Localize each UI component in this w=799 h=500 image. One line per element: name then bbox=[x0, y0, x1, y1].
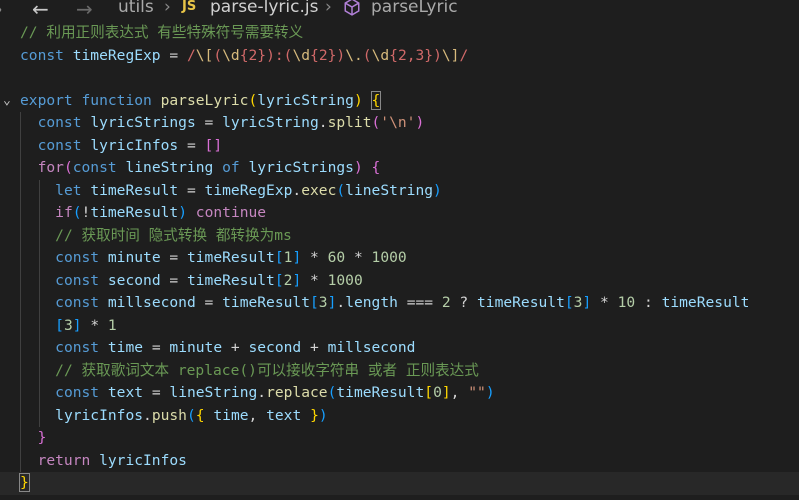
code-line: return lyricInfos bbox=[0, 449, 799, 472]
js-file-icon: JS bbox=[182, 0, 197, 14]
code-line: const timeRegExp = /\[(\d{2}):(\d{2})\.(… bbox=[20, 46, 469, 64]
code-line: } bbox=[0, 472, 799, 495]
code-line: // 获取歌词文本 replace()可以接收字符串 或者 正则表达式 bbox=[0, 359, 799, 382]
code-comment: // 获取时间 隐式转换 都转换为ms bbox=[55, 226, 292, 244]
code-line: [3] * 1 bbox=[0, 314, 799, 337]
breadcrumb-symbol[interactable]: parseLyric bbox=[343, 0, 458, 17]
breadcrumb-file[interactable]: JS parse-lyric.js bbox=[182, 0, 318, 17]
code-line: const minute = timeResult[1] * 60 * 1000 bbox=[0, 247, 799, 270]
code-line: const second = timeResult[2] * 1000 bbox=[0, 269, 799, 292]
chevron-right-icon: › bbox=[325, 0, 332, 17]
code-line: const millsecond = timeResult[3].length … bbox=[0, 292, 799, 315]
code-comment: // 利用正则表达式 有些特殊符号需要转义 bbox=[20, 24, 304, 41]
code-line: const text = lineString.replace(timeResu… bbox=[0, 382, 799, 405]
code-line: for(const lineString of lyricStrings) { bbox=[0, 157, 799, 180]
breadcrumb-symbol-label: parseLyric bbox=[371, 0, 458, 17]
code-editor[interactable]: // 利用正则表达式 有些特殊符号需要转义 const timeRegExp =… bbox=[0, 22, 799, 495]
code-line: // 利用正则表达式 有些特殊符号需要转义 bbox=[0, 22, 799, 45]
code-line: const lyricInfos = [] bbox=[0, 134, 799, 157]
code-line: if(!timeResult) continue bbox=[0, 202, 799, 225]
code-line: // 获取时间 隐式转换 都转换为ms bbox=[0, 224, 799, 247]
back-arrow-icon[interactable]: ← bbox=[32, 0, 49, 21]
code-line: ⌄ export function parseLyric(lyricString)… bbox=[0, 90, 799, 113]
breadcrumb-file-label: parse-lyric.js bbox=[210, 0, 319, 17]
code-line: const lyricStrings = lyricString.split('… bbox=[0, 112, 799, 135]
code-comment: // 获取歌词文本 replace()可以接收字符串 或者 正则表达式 bbox=[55, 361, 479, 379]
code-line: } bbox=[0, 427, 799, 450]
code-line: const time = minute + second + millsecon… bbox=[0, 337, 799, 360]
breadcrumb-folder[interactable]: utils bbox=[118, 0, 154, 17]
fold-chevron-icon[interactable]: ⌄ bbox=[3, 90, 11, 113]
forward-arrow-icon[interactable]: → bbox=[76, 0, 93, 21]
chevron-right-icon: › bbox=[164, 0, 171, 17]
code-line: lyricInfos.push({ time, text }) bbox=[0, 404, 799, 427]
symbol-function-icon bbox=[344, 0, 360, 16]
breadcrumb: 〉 ← → utils › JS parse-lyric.js › parseL… bbox=[0, 0, 799, 23]
chevron-left-icon[interactable]: 〉 bbox=[0, 0, 12, 23]
code-line: let timeResult = timeRegExp.exec(lineStr… bbox=[0, 179, 799, 202]
